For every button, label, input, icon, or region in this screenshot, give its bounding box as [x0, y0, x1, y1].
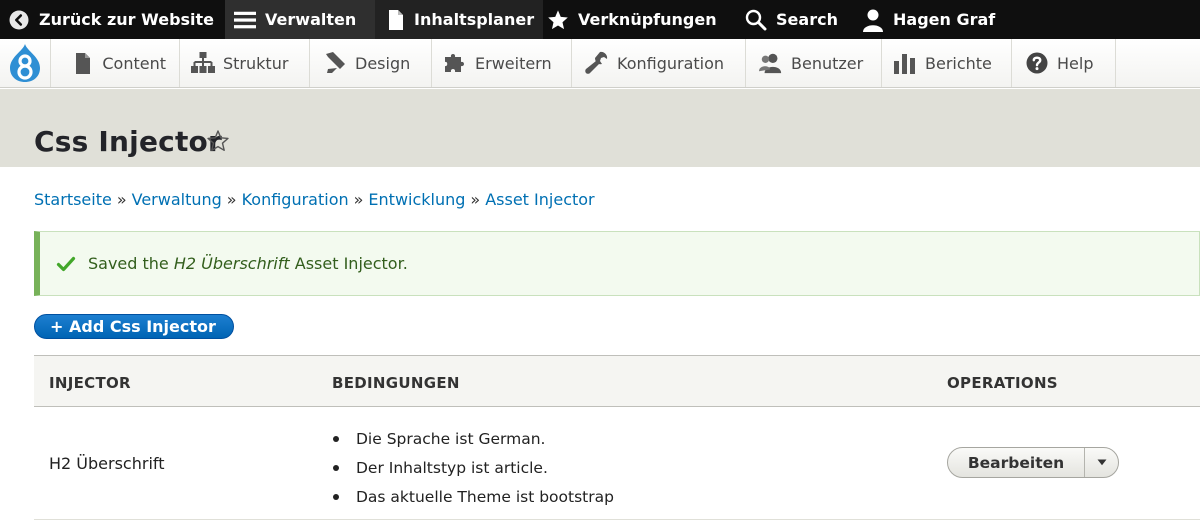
back-to-site-link[interactable]: Zurück zur Website: [0, 0, 225, 39]
breadcrumb-link-verwaltung[interactable]: Verwaltung: [132, 190, 222, 209]
tray-item-design[interactable]: Design: [310, 39, 432, 87]
document-icon: [387, 9, 405, 31]
add-css-injector-button[interactable]: + Add Css Injector: [34, 314, 234, 339]
bar-chart-icon: [893, 51, 917, 75]
tray-item-configuration[interactable]: Konfiguration: [572, 39, 746, 87]
admin-toolbar: Zurück zur Website Verwalten Inhaltsplan…: [0, 0, 1200, 39]
people-icon: [759, 51, 783, 75]
breadcrumb-link-startseite[interactable]: Startseite: [34, 190, 112, 209]
condition-text: Das aktuelle Theme ist bootstrap: [356, 487, 614, 506]
tray-item-label: Content: [102, 53, 166, 73]
column-header-injector: INJECTOR: [49, 374, 131, 392]
manage-label: Verwalten: [265, 10, 357, 29]
tray-item-label: Benutzer: [791, 53, 864, 73]
tray-item-structure[interactable]: Struktur: [180, 39, 310, 87]
tray-item-content[interactable]: Content: [51, 39, 180, 87]
chevron-left-circle-icon: [8, 9, 30, 31]
condition-item: Das aktuelle Theme ist bootstrap: [332, 482, 614, 511]
conditions-list: Die Sprache ist German. Der Inhaltstyp i…: [332, 424, 614, 511]
content-planner-label: Inhaltsplaner: [414, 10, 535, 29]
tray-item-people[interactable]: Benutzer: [746, 39, 882, 87]
file-icon: [71, 51, 94, 75]
shortcuts-tab[interactable]: Verknüpfungen: [543, 0, 737, 39]
drupal-logo[interactable]: [0, 39, 51, 87]
shortcuts-label: Verknüpfungen: [578, 10, 717, 29]
breadcrumb-link-konfiguration[interactable]: Konfiguration: [242, 190, 349, 209]
table-header: INJECTOR BEDINGUNGEN OPERATIONS: [34, 355, 1200, 407]
status-message: Saved the H2 Überschrift Asset Injector.: [34, 231, 1200, 296]
injector-table: INJECTOR BEDINGUNGEN OPERATIONS H2 Übers…: [34, 355, 1200, 520]
injector-name-cell: H2 Überschrift: [49, 454, 165, 473]
tray-item-label: Help: [1057, 53, 1094, 73]
user-icon: [862, 9, 884, 32]
tray-item-reports[interactable]: Berichte: [882, 39, 1012, 87]
wrench-icon: [585, 51, 609, 75]
status-injector-name: H2 Überschrift: [173, 254, 290, 273]
breadcrumb-link-asset-injector[interactable]: Asset Injector: [485, 190, 594, 209]
condition-text: Der Inhaltstyp ist article.: [356, 458, 548, 477]
page-header: Css Injector: [0, 89, 1200, 167]
status-prefix: Saved the: [88, 254, 169, 273]
tray-item-label: Design: [355, 53, 411, 73]
user-tab[interactable]: Hagen Graf: [858, 0, 1006, 39]
shortcut-star-icon[interactable]: [206, 129, 230, 153]
tray-item-label: Berichte: [925, 53, 992, 73]
status-suffix: Asset Injector.: [294, 254, 408, 273]
bullet-icon: [333, 464, 339, 471]
page-title: Css Injector: [34, 125, 222, 158]
tray-item-extend[interactable]: Erweitern: [432, 39, 572, 87]
tray-item-label: Struktur: [223, 53, 289, 73]
bullet-icon: [333, 493, 339, 500]
search-label: Search: [776, 10, 838, 29]
tray-item-label: Erweitern: [475, 53, 552, 73]
operations-toggle-button[interactable]: [1085, 448, 1118, 477]
checkmark-icon: [56, 256, 76, 271]
paintbrush-icon: [323, 51, 347, 75]
breadcrumb-separator: »: [353, 190, 364, 209]
admin-tray: Content Struktur Design Erweitern Konfig…: [0, 39, 1200, 88]
table-row: H2 Überschrift Die Sprache ist German. D…: [34, 407, 1200, 520]
search-tab[interactable]: Search: [737, 0, 858, 39]
breadcrumb: Startseite» Verwaltung» Konfiguration» Entw…: [34, 190, 595, 209]
column-header-conditions: BEDINGUNGEN: [332, 374, 460, 392]
breadcrumb-separator: »: [116, 190, 127, 209]
search-icon: [745, 9, 767, 31]
back-to-site-label: Zurück zur Website: [39, 10, 215, 29]
condition-item: Die Sprache ist German.: [332, 424, 614, 453]
breadcrumb-separator: »: [470, 190, 481, 209]
user-label: Hagen Graf: [893, 10, 996, 29]
drupal-drop-icon: [10, 44, 40, 82]
breadcrumb-link-entwicklung[interactable]: Entwicklung: [368, 190, 465, 209]
condition-text: Die Sprache ist German.: [356, 429, 546, 448]
column-header-operations: OPERATIONS: [947, 374, 1058, 392]
bullet-icon: [333, 435, 339, 442]
status-message-text: Saved the H2 Überschrift Asset Injector.: [88, 254, 408, 273]
help-icon: [1025, 51, 1049, 75]
tray-item-help[interactable]: Help: [1012, 39, 1116, 87]
manage-tab[interactable]: Verwalten: [225, 0, 376, 39]
operations-dropbutton: Bearbeiten: [947, 447, 1119, 478]
breadcrumb-separator: »: [226, 190, 237, 209]
content-planner-tab[interactable]: Inhaltsplaner: [375, 0, 544, 39]
condition-item: Der Inhaltstyp ist article.: [332, 453, 614, 482]
puzzle-icon: [443, 51, 467, 75]
caret-down-icon: [1097, 459, 1106, 466]
sitemap-icon: [191, 51, 215, 75]
tray-item-label: Konfiguration: [617, 53, 725, 73]
hamburger-icon: [234, 9, 257, 31]
star-filled-icon: [547, 9, 569, 31]
edit-button[interactable]: Bearbeiten: [948, 448, 1085, 477]
